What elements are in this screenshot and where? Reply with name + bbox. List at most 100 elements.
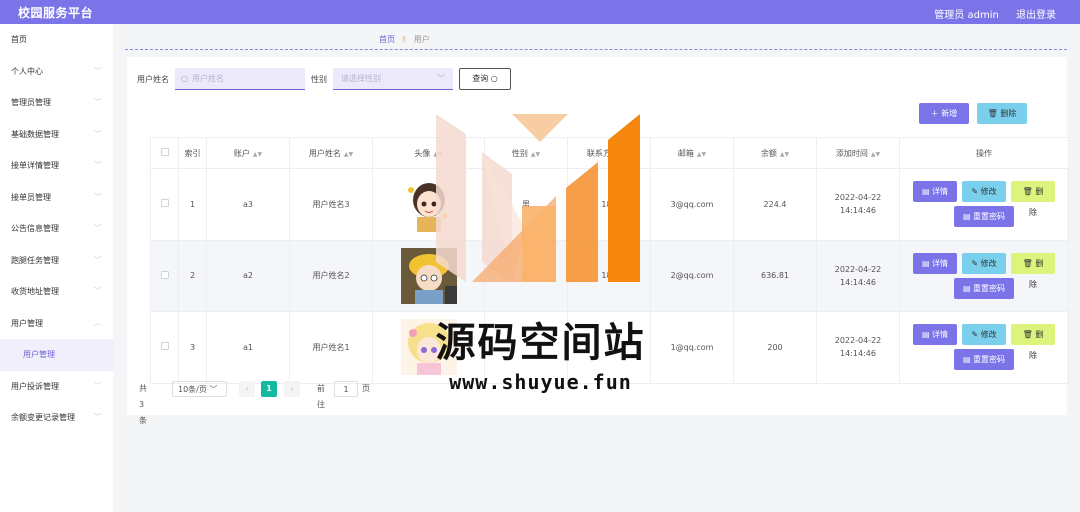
sidebar-item-label: 用户管理: [23, 350, 55, 359]
reset-password-button[interactable]: ▤ 重置密码: [954, 206, 1014, 228]
reset-password-button[interactable]: ▤ 重置密码: [954, 349, 1014, 371]
plus-icon: ＋: [930, 109, 939, 118]
table-header-row: 索引 账户 ▲▼ 用户姓名 ▲▼ 头像 ▲▼ 性别 ▲▼ 联系方式 ▲▼ 邮箱 ▲▼ 余额 ▲…: [150, 137, 1069, 169]
column-header-balance[interactable]: 余额 ▲▼: [733, 137, 817, 169]
query-button[interactable]: 查询 ○: [459, 68, 511, 90]
cell-name: 用户姓名1: [289, 311, 373, 384]
sidebar-item-personal-center[interactable]: 个人中心 ﹀: [0, 56, 113, 88]
edit-button[interactable]: ✎ 修改: [962, 252, 1006, 274]
row-select-cell[interactable]: [150, 311, 179, 384]
goto-page-input[interactable]: 1: [334, 381, 358, 397]
select-all-cell[interactable]: [150, 137, 179, 169]
sidebar-item-errand-tasks[interactable]: 跑腿任务管理 ﹀: [0, 245, 113, 277]
column-header-label: 性别: [511, 148, 528, 158]
column-header-label: 用户姓名: [308, 148, 341, 158]
sidebar-item-home[interactable]: 首页: [0, 24, 113, 56]
table-row[interactable]: 1 a3 用户姓名3 男 186 3@qq.com 224.4 2022-04-…: [150, 168, 1069, 241]
column-header-email[interactable]: 邮箱 ▲▼: [650, 137, 734, 169]
main-content: 首页 ✌ 用户 用户姓名 ○ 用户姓名 性别 请选择性别 ﹀ 查询 ○ ＋ 新增 🗑 删…: [113, 24, 1080, 512]
add-button[interactable]: ＋ 新增: [919, 103, 969, 124]
column-header-gender[interactable]: 性别 ▲▼: [484, 137, 568, 169]
gender-select[interactable]: 请选择性别 ﹀: [333, 68, 453, 90]
name-search-input[interactable]: ○ 用户姓名: [175, 68, 305, 90]
sidebar-item-label: 管理员管理: [11, 98, 51, 107]
edit-button[interactable]: ✎ 修改: [962, 181, 1006, 203]
sort-icon[interactable]: ▲▼: [344, 151, 353, 158]
page-size-select[interactable]: 10条/页 ﹀: [172, 381, 227, 397]
sort-icon[interactable]: ▲▼: [871, 151, 880, 158]
column-header-phone[interactable]: 联系方式 ▲▼: [567, 137, 651, 169]
row-checkbox[interactable]: [160, 342, 169, 351]
sidebar-item-label: 用户管理: [11, 318, 43, 328]
sort-icon[interactable]: ▲▼: [622, 151, 631, 158]
batch-delete-button[interactable]: 🗑 删除: [977, 103, 1027, 124]
delete-button[interactable]: 🗑 删除: [1011, 324, 1055, 360]
trash-icon: 🗑: [987, 109, 998, 118]
page-number-current[interactable]: 1: [261, 381, 277, 397]
logout-link[interactable]: 退出登录: [1016, 10, 1056, 21]
cell-balance: 636.81: [733, 239, 817, 312]
user-avatar-image: [400, 176, 457, 233]
detail-button[interactable]: ▤ 详情: [913, 252, 957, 274]
sort-icon[interactable]: ▲▼: [433, 151, 442, 158]
chevron-up-icon: ︿: [94, 318, 101, 327]
breadcrumb-current: 用户: [413, 35, 430, 44]
users-table: 索引 账户 ▲▼ 用户姓名 ▲▼ 头像 ▲▼ 性别 ▲▼ 联系方式 ▲▼ 邮箱 ▲▼ 余额 ▲…: [150, 137, 1069, 384]
select-all-checkbox[interactable]: [160, 148, 169, 156]
cell-email: 1@qq.com: [650, 311, 734, 384]
document-icon: ▤: [921, 187, 930, 197]
prev-page-button[interactable]: ‹: [239, 381, 255, 397]
table-row[interactable]: 2 a2 用户姓名2 女 186 2@qq.com 636.81 2022-04…: [150, 239, 1069, 312]
cell-avatar: [372, 239, 485, 312]
chevron-down-icon: ﹀: [94, 287, 101, 295]
next-page-button[interactable]: ›: [284, 381, 300, 397]
column-header-account[interactable]: 账户 ▲▼: [206, 137, 290, 169]
column-header-name[interactable]: 用户姓名 ▲▼: [289, 137, 373, 169]
sidebar-item-admin-management[interactable]: 管理员管理 ﹀: [0, 87, 113, 119]
sidebar-item-label: 公告信息管理: [11, 224, 59, 233]
sidebar-item-addresses[interactable]: 收货地址管理 ﹀: [0, 276, 113, 308]
goto-label: 前往: [317, 384, 325, 409]
edit-button-label: 修改: [980, 330, 997, 340]
table-row[interactable]: 3 a1 用户姓名1 1@qq.com 200 2022-04-22 14:14…: [150, 311, 1069, 384]
row-checkbox[interactable]: [160, 199, 169, 208]
delete-button[interactable]: 🗑 删除: [1011, 252, 1055, 289]
detail-button[interactable]: ▤ 详情: [913, 324, 957, 346]
sort-icon[interactable]: ▲▼: [780, 151, 789, 158]
column-header-created[interactable]: 添加时间 ▲▼: [816, 137, 900, 169]
row-checkbox[interactable]: [160, 270, 169, 279]
chevron-down-icon: ﹀: [94, 255, 101, 264]
column-header-label: 头像: [414, 148, 431, 158]
column-header-actions: 操作: [899, 137, 1069, 169]
sort-icon[interactable]: ▲▼: [697, 151, 706, 158]
sidebar-item-balance-records[interactable]: 余额变更记录管理 ﹀: [0, 402, 113, 434]
edit-icon: ✎: [971, 187, 979, 197]
row-select-cell[interactable]: [150, 239, 179, 312]
detail-button[interactable]: ▤ 详情: [913, 181, 957, 203]
sidebar-item-courier-management[interactable]: 接单员管理 ﹀: [0, 182, 113, 214]
sidebar-item-announcements[interactable]: 公告信息管理 ﹀: [0, 213, 113, 245]
delete-button[interactable]: 🗑 删除: [1011, 181, 1055, 217]
sidebar-subitem-user-management[interactable]: 用户管理: [0, 339, 113, 371]
edit-button[interactable]: ✎ 修改: [962, 324, 1006, 346]
column-header-avatar[interactable]: 头像 ▲▼: [372, 137, 485, 169]
trash-icon: 🗑: [1022, 187, 1033, 197]
sidebar-item-user-complaints[interactable]: 用户投诉管理 ﹀: [0, 371, 113, 403]
breadcrumb-home-link[interactable]: 首页: [379, 35, 395, 44]
trash-icon: 🗑: [1022, 258, 1033, 268]
sidebar-item-order-details[interactable]: 接单详情管理 ﹀: [0, 150, 113, 182]
cell-name: 用户姓名2: [289, 239, 373, 312]
sidebar: 首页 个人中心 ﹀ 管理员管理 ﹀ 基础数据管理 ﹀ 接单详情管理 ﹀ 接单员管理 ﹀ 公…: [0, 24, 113, 512]
row-select-cell[interactable]: [150, 168, 179, 241]
chevron-down-icon: ﹀: [94, 129, 101, 138]
sort-icon[interactable]: ▲▼: [531, 151, 540, 158]
reset-password-button[interactable]: ▤ 重置密码: [954, 277, 1014, 299]
sidebar-item-label: 用户投诉管理: [11, 381, 59, 391]
sidebar-item-user-management[interactable]: 用户管理 ︿: [0, 308, 113, 340]
cell-actions: ▤ 详情 ✎ 修改 🗑 删除 ▤ 重置密码: [899, 311, 1069, 384]
column-header-label: 邮箱: [677, 148, 694, 158]
sort-icon[interactable]: ▲▼: [253, 151, 262, 158]
sidebar-item-basic-data[interactable]: 基础数据管理 ﹀: [0, 119, 113, 151]
admin-user-label[interactable]: 管理员 admin: [934, 10, 999, 21]
chevron-down-icon: ﹀: [94, 192, 101, 201]
